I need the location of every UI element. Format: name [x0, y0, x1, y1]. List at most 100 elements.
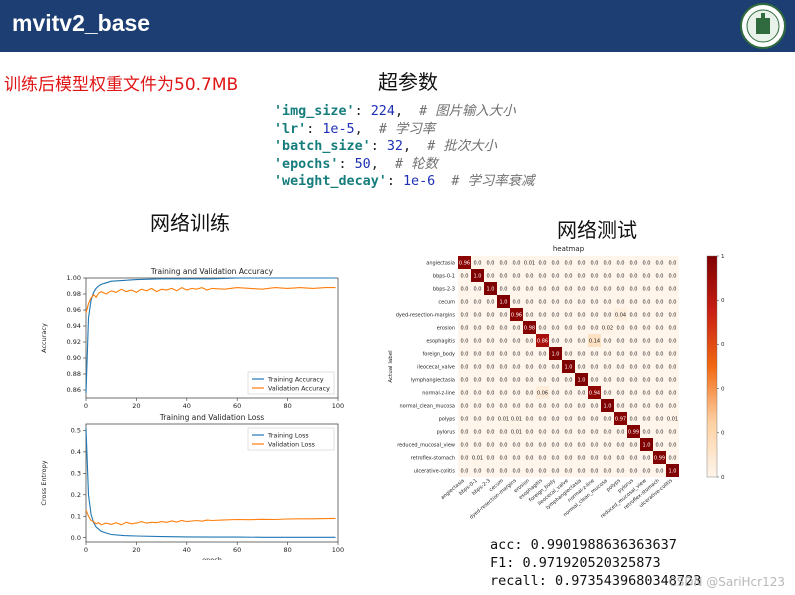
heatmap-cell-value: 0.86: [537, 338, 548, 344]
loss-chart: Training and Validation Loss 0 20 40 60 80 100…: [40, 413, 344, 560]
heatmap-cell-value: 0.0: [461, 429, 469, 435]
heatmap-cell-value: 0.0: [474, 351, 482, 357]
row-label: pylorus: [437, 429, 456, 435]
hp-comment: # 轮数: [394, 156, 438, 172]
heatmap-cell-value: 0.0: [630, 416, 638, 422]
heatmap-cell-value: 0.0: [565, 351, 573, 357]
heatmap-cell-value: 0.0: [474, 403, 482, 409]
row-label: esophagitis: [426, 338, 455, 344]
heatmap-cell-value: 0.0: [578, 429, 586, 435]
heatmap-cell-value: 0.01: [498, 416, 509, 422]
heatmap-cell-value: 0.0: [565, 455, 573, 461]
heatmap-cell-value: 0.0: [474, 338, 482, 344]
heatmap-cell-value: 0.0: [500, 429, 508, 435]
heatmap-cell-value: 0.0: [656, 377, 664, 383]
heatmap-cell-value: 0.0: [617, 442, 625, 448]
heatmap-cell-value: 0.0: [552, 468, 560, 474]
heatmap-cell-value: 0.0: [643, 364, 651, 370]
heatmap-cell-value: 0.0: [539, 286, 547, 292]
y-tick-label: 0.0: [71, 534, 81, 542]
heatmap-cell-value: 1.0: [669, 468, 677, 474]
heatmap-cell-value: 0.01: [667, 416, 678, 422]
model-size-note: 训练后模型权重文件为50.7MB: [4, 75, 239, 95]
heatmap-cell-value: 0.0: [565, 286, 573, 292]
heatmap-cell-value: 0.0: [487, 429, 495, 435]
heatmap-cell-value: 0.01: [511, 429, 522, 435]
heatmap-cell-value: 0.0: [513, 364, 521, 370]
heatmap-cell-value: 0.0: [630, 364, 638, 370]
heatmap-cell-value: 0.0: [591, 325, 599, 331]
heatmap-cell-value: 0.0: [526, 299, 534, 305]
heatmap-cell-value: 0.0: [656, 286, 664, 292]
heatmap-cell-value: 0.0: [500, 325, 508, 331]
row-label: normal_clean_mucosa: [400, 403, 455, 409]
heatmap-cell-value: 0.0: [565, 312, 573, 318]
chart-title: Training and Validation Accuracy: [150, 267, 274, 276]
heatmap-cell-value: 0.0: [604, 286, 612, 292]
heatmap-cell-value: 0.0: [461, 325, 469, 331]
heatmap-cell-value: 0.0: [539, 364, 547, 370]
heatmap-cell-value: 0.0: [656, 273, 664, 279]
heatmap-cell-value: 0.0: [474, 286, 482, 292]
heatmap-cell-value: 0.97: [615, 416, 626, 422]
heatmap-cell-value: 0.0: [526, 442, 534, 448]
heatmap-cell-value: 0.0: [500, 377, 508, 383]
heatmap-cell-value: 0.0: [552, 299, 560, 305]
heatmap-cell-value: 0.0: [474, 377, 482, 383]
y-tick-label: 0.98: [67, 290, 81, 298]
confusion-heatmap: heatmap0.96 0.0 0.0 0.0 0.0 0.01 0.0 0.0 0.0 0.0 0…: [388, 245, 725, 521]
x-axis-label: epoch: [202, 556, 222, 560]
heatmap-cell-value: 0.0: [461, 455, 469, 461]
heatmap-cell-value: 0.0: [552, 390, 560, 396]
colorbar-tick-label: 0.2: [721, 431, 725, 437]
heatmap-cell-value: 0.0: [500, 468, 508, 474]
heatmap-cell-value: 0.0: [604, 364, 612, 370]
heatmap-cell-value: 0.0: [552, 429, 560, 435]
heatmap-cell-value: 0.0: [474, 364, 482, 370]
heatmap-cell-value: 0.0: [474, 260, 482, 266]
heatmap-cell-value: 0.0: [526, 286, 534, 292]
heatmap-cell-value: 0.0: [487, 325, 495, 331]
heatmap-cell-value: 0.99: [628, 429, 639, 435]
heatmap-cell-value: 0.0: [474, 442, 482, 448]
heatmap-cell-value: 0.0: [591, 351, 599, 357]
heatmap-cell-value: 0.0: [513, 442, 521, 448]
heatmap-cell-value: 0.99: [654, 455, 665, 461]
heatmap-cell-value: 0.0: [643, 273, 651, 279]
heatmap-cell-value: 0.0: [656, 325, 664, 331]
heatmap-cell-value: 0.0: [513, 338, 521, 344]
heatmap-cell-value: 0.0: [630, 351, 638, 357]
heatmap-cell-value: 0.0: [604, 416, 612, 422]
heatmap-cell-value: 0.0: [487, 390, 495, 396]
heatmap-cell-value: 0.0: [591, 260, 599, 266]
heatmap-cell-value: 0.0: [617, 390, 625, 396]
heatmap-cell-value: 0.0: [487, 377, 495, 383]
heatmap-cell-value: 0.0: [461, 338, 469, 344]
heatmap-cell-value: 0.0: [578, 260, 586, 266]
row-label: lymphangiectasia: [411, 377, 455, 383]
heatmap-cell-value: 0.0: [578, 273, 586, 279]
heatmap-cell-value: 0.0: [617, 429, 625, 435]
heatmap-cell-value: 0.0: [461, 273, 469, 279]
heatmap-cell-value: 0.0: [643, 429, 651, 435]
heatmap-cell-value: 0.0: [487, 416, 495, 422]
heatmap-cell-value: 0.0: [643, 338, 651, 344]
heatmap-cell-value: 0.0: [578, 351, 586, 357]
heatmap-cell-value: 0.0: [591, 468, 599, 474]
metric-acc: acc: 0.9901988636363637: [490, 537, 677, 553]
heatmap-cell-value: 0.0: [565, 442, 573, 448]
heatmap-cell-value: 0.0: [630, 338, 638, 344]
y-tick-label: 0.90: [67, 354, 81, 362]
heatmap-cell-value: 0.0: [656, 364, 664, 370]
row-label: erosion: [437, 325, 455, 331]
heatmap-cell-value: 0.0: [500, 273, 508, 279]
colorbar-tick-label: 0.4: [721, 386, 725, 392]
heatmap-cell-value: 0.0: [669, 299, 677, 305]
heatmap-cell-value: 0.0: [656, 416, 664, 422]
x-tick-label: 0: [84, 546, 88, 554]
hyperparams-code: 'img_size': 224, # 图片输入大小 'lr': 1e-5, # …: [274, 103, 534, 191]
heatmap-cell-value: 0.0: [526, 468, 534, 474]
heatmap-cell-value: 0.0: [539, 429, 547, 435]
heatmap-cell-value: 0.0: [461, 286, 469, 292]
heatmap-cell-value: 1.0: [578, 377, 586, 383]
